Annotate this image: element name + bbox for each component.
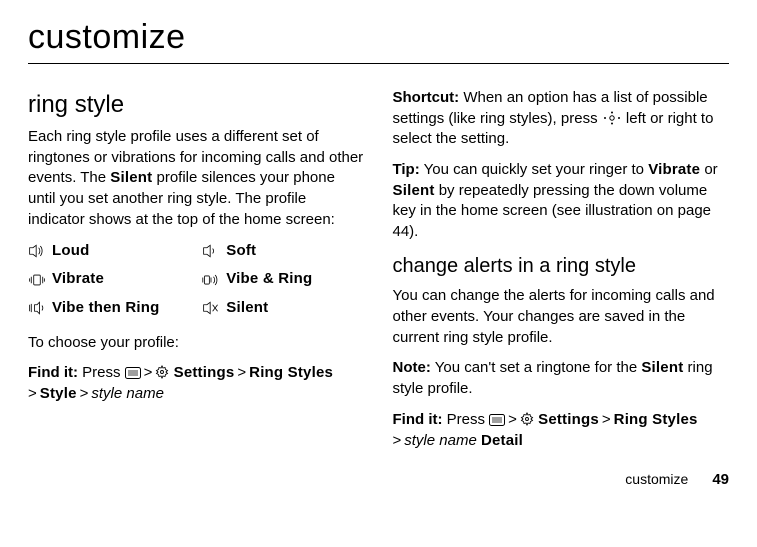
path-settings: Settings	[174, 364, 235, 381]
tip-silent: Silent	[393, 182, 435, 199]
style-label: Loud	[52, 241, 89, 262]
find-it-left: Find it: Press > Settings>Ring Styles>St…	[28, 363, 365, 404]
sep: >	[234, 364, 249, 381]
tip-b: by repeatedly pressing the down volume k…	[393, 182, 712, 240]
content-columns: ring style Each ring style profile uses …	[28, 88, 729, 461]
path-ring-styles: Ring Styles	[249, 364, 333, 381]
sep: >	[599, 411, 614, 428]
press-word: Press	[78, 364, 125, 381]
silent-word: Silent	[110, 169, 152, 186]
ring-style-heading: ring style	[28, 88, 365, 121]
sep: >	[28, 385, 40, 402]
tip-or: or	[700, 161, 718, 178]
vibrate-icon	[28, 273, 46, 287]
find-it-right: Find it: Press > Settings>Ring Styles>st…	[393, 410, 730, 451]
sep: >	[393, 432, 405, 449]
change-alerts-heading: change alerts in a ring style	[393, 253, 730, 281]
sep: >	[141, 364, 156, 381]
loud-icon	[28, 244, 46, 258]
right-column: Shortcut: When an option has a list of p…	[393, 88, 730, 461]
change-alerts-intro: You can change the alerts for incoming c…	[393, 286, 730, 348]
sep: >	[77, 385, 92, 402]
soft-icon	[202, 244, 220, 258]
style-label: Silent	[226, 298, 268, 319]
note-label: Note:	[393, 359, 431, 376]
tip-label: Tip:	[393, 161, 420, 178]
menu-key-icon	[125, 367, 141, 379]
page-footer: customize 49	[28, 471, 729, 488]
tip-a: You can quickly set your ringer to	[420, 161, 648, 178]
settings-icon	[520, 412, 534, 426]
style-label: Vibe then Ring	[52, 298, 160, 319]
find-it-label: Find it:	[28, 364, 78, 381]
style-label: Soft	[226, 241, 256, 262]
path-ring-styles: Ring Styles	[614, 411, 698, 428]
note-silent: Silent	[641, 359, 683, 376]
menu-key-icon	[489, 414, 505, 426]
nav-key-icon	[602, 111, 622, 125]
page-number: 49	[712, 471, 729, 488]
page-title: customize	[28, 18, 729, 57]
note-para: Note: You can't set a ringtone for the S…	[393, 358, 730, 399]
sep: >	[505, 411, 520, 428]
tip-para: Tip: You can quickly set your ringer to …	[393, 160, 730, 243]
style-vibe-ring: Vibe & Ring	[202, 269, 364, 290]
path-style: Style	[40, 385, 77, 402]
tip-vibrate: Vibrate	[648, 161, 700, 178]
path-settings: Settings	[538, 411, 599, 428]
shortcut-para: Shortcut: When an option has a list of p…	[393, 88, 730, 150]
style-soft: Soft	[202, 241, 364, 262]
choose-profile-text: To choose your profile:	[28, 333, 365, 354]
note-a: You can't set a ringtone for the	[431, 359, 642, 376]
left-column: ring style Each ring style profile uses …	[28, 88, 365, 461]
ring-style-intro: Each ring style profile uses a different…	[28, 127, 365, 230]
title-rule	[28, 63, 729, 64]
ring-styles-grid: Loud Soft Vibrate Vibe & Ring Vibe then …	[28, 241, 365, 319]
silent-icon	[202, 301, 220, 315]
style-silent: Silent	[202, 298, 364, 319]
vibe-ring-icon	[202, 273, 220, 287]
style-label: Vibrate	[52, 269, 104, 290]
footer-section: customize	[625, 471, 688, 487]
style-loud: Loud	[28, 241, 190, 262]
vibe-then-ring-icon	[28, 301, 46, 315]
find-it-label: Find it:	[393, 411, 443, 428]
style-label: Vibe & Ring	[226, 269, 312, 290]
path-detail: Detail	[481, 432, 523, 449]
style-vibrate: Vibrate	[28, 269, 190, 290]
style-vibe-then-ring: Vibe then Ring	[28, 298, 190, 319]
shortcut-label: Shortcut:	[393, 89, 460, 106]
settings-icon	[155, 365, 169, 379]
path-style-name: style name	[404, 432, 477, 449]
path-style-name: style name	[91, 385, 164, 402]
press-word: Press	[442, 411, 489, 428]
